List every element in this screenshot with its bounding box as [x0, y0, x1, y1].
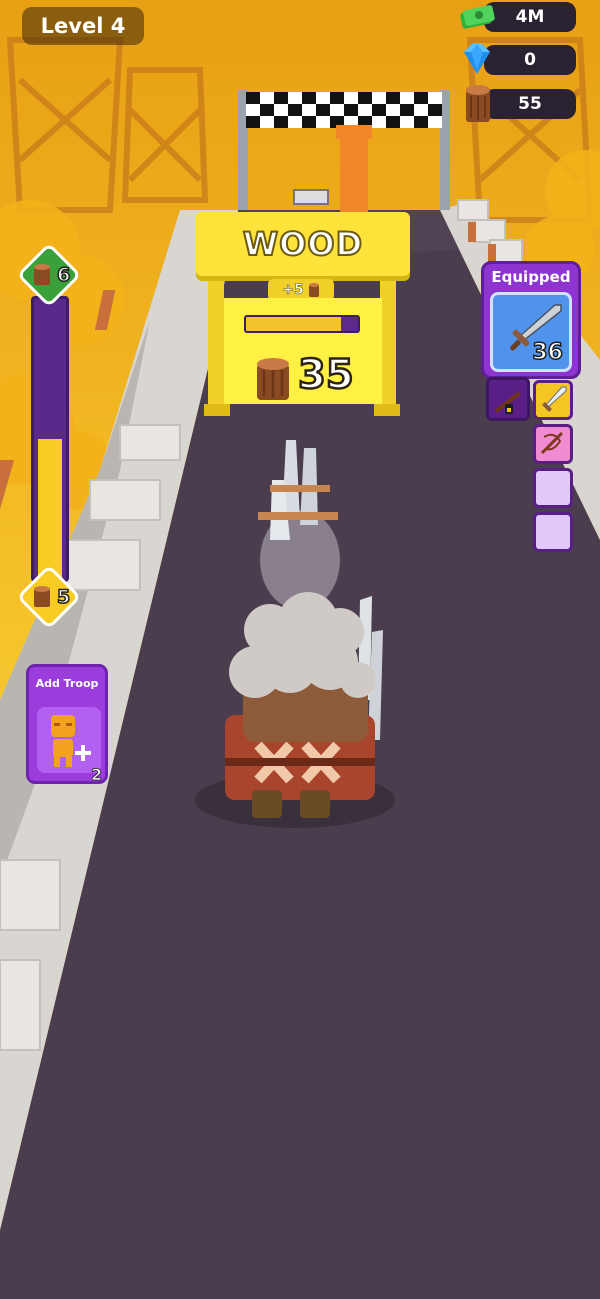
plus-icon	[75, 745, 91, 761]
wood-meter	[31, 296, 69, 582]
wood-log-icon	[257, 358, 289, 400]
gem-icon	[464, 44, 490, 74]
level-indicator: Level 4	[22, 7, 144, 45]
troop-count: 2	[91, 765, 103, 785]
equipped-panel[interactable]: Equipped 36	[481, 261, 581, 379]
wood-log-icon	[34, 586, 50, 607]
meter-top-value: 6	[56, 263, 71, 287]
cash-value: 4M	[515, 7, 545, 27]
gate-title: WOOD	[196, 212, 410, 276]
crossbow-icon	[540, 431, 564, 455]
gate-wood-count: 35	[297, 351, 355, 400]
weapon-slot-empty[interactable]	[533, 468, 573, 508]
add-troop-label: Add Troop	[35, 677, 99, 690]
equipped-title: Equipped	[491, 268, 571, 286]
weapon-slot-empty[interactable]	[533, 512, 573, 552]
game-scene	[0, 0, 600, 1299]
equipped-weapon-slot[interactable]: 36	[490, 292, 572, 372]
weapon-slot-rifle[interactable]	[486, 377, 530, 421]
add-troop-button[interactable]: Add Troop 2	[26, 664, 108, 784]
wood-log-icon	[466, 85, 490, 122]
gem-counter: 0	[484, 45, 576, 75]
wood-value: 55	[518, 94, 542, 114]
cash-counter: 4M	[484, 2, 576, 32]
wood-log-icon	[34, 264, 50, 285]
rifle-icon	[494, 391, 522, 414]
gate-bonus-value: +5	[282, 282, 304, 299]
wood-log-icon	[308, 283, 319, 297]
weapon-slot-sword[interactable]	[533, 380, 573, 420]
equipped-weapon-count: 36	[532, 339, 564, 366]
wood-counter: 55	[484, 89, 576, 119]
gem-value: 0	[524, 50, 536, 70]
cash-icon	[460, 5, 495, 29]
troop-image: 2	[37, 707, 103, 784]
gate-progress-bar	[244, 315, 360, 333]
weapon-slot-crossbow[interactable]	[533, 424, 573, 464]
wood-meter-fill	[38, 439, 62, 579]
meter-bottom-value: 5	[56, 585, 71, 609]
gate-progress-fill	[246, 317, 342, 331]
sword-icon	[542, 386, 567, 412]
